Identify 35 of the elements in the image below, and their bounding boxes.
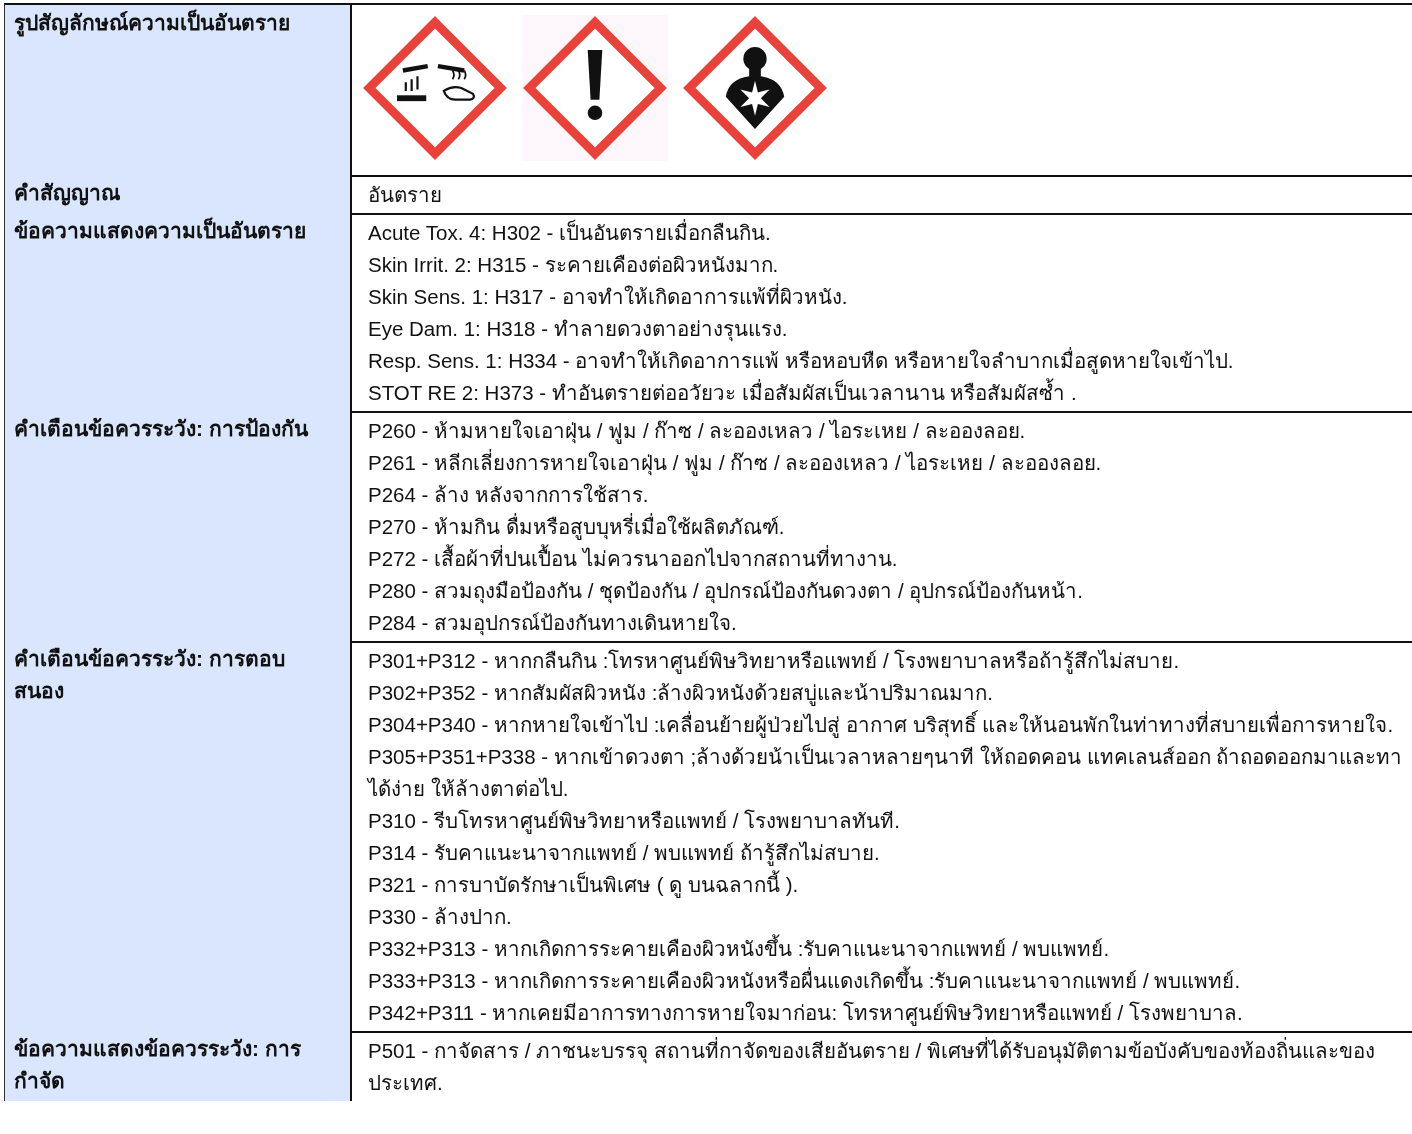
statement-text: P264 - ล้าง หลังจากการใช้สาร. xyxy=(368,482,650,508)
statement-text: P261 - หลีกเลี่ยงการหายใจเอาฝุ่น / ฟูม / ก๊าซ / ละอองเหลว / ไอระเหย / ละอองลอย. xyxy=(368,448,1103,478)
exclamation-icon xyxy=(522,15,668,161)
statement-text: อันตราย xyxy=(368,182,443,208)
statement-text: P330 - ล้างปาก. xyxy=(368,904,513,930)
statement-text: P321 - การบาบัดรักษาเป็นพิเศษ ( ดู บนฉลากนี้ ). xyxy=(368,869,1408,901)
statement-text: Skin Sens. 1: H317 - อาจทำให้เกิดอาการแพ้ที่ผิวหนัง. xyxy=(368,282,849,310)
statement-text: P304+P340 - หากหายใจเข้าไป :เคลื่อนย้ายผู้ป่วยไปสู่ อากาศ บริสุทธิ์ และให้นอนพักในท่าทางที่สบายเพื่อการหายใจ. xyxy=(368,709,1408,741)
statement-text: P302+P352 - หากสัมผัสผิวหนัง :ล้างผิวหนังด้วยสบู่และน้าปริมาณมาก. xyxy=(368,680,995,708)
health-hazard-icon xyxy=(682,15,828,161)
row-label: ข้อความแสดงความเป็นอันตราย xyxy=(5,213,350,411)
statement-text: Eye Dam. 1: H318 - ทำลายดวงตาอย่างรุนแรง. xyxy=(368,316,789,344)
statement-text: P284 - สวมอุปกรณ์ป้องกันทางเดินหายใจ. xyxy=(368,610,738,638)
statement-text: P342+P311 - หากเคยมีอาการทางการหายใจมาก่อน: โทรหาศูนย์พิษวิทยาหรือแพทย์ / โรงพยาบาล. xyxy=(368,1000,1244,1028)
statement-text: Acute Tox. 4: H302 - เป็นอันตรายเมื่อกลืนกิน. xyxy=(368,218,772,246)
statement-text: P310 - รีบโทรหาศูนย์พิษวิทยาหรือแพทย์ / โรงพยาบาลทันที. xyxy=(368,808,901,836)
statement-text: P332+P313 - หากเกิดการระคายเคืองผิวหนังขึ้น :รับคาแนะนาจากแพทย์ / พบแพทย์. xyxy=(368,933,1408,965)
row-label: คำเตือนข้อควรระวัง: การป้องกัน xyxy=(5,411,350,641)
statement-text: P270 - ห้ามกิน ดื่มหรือสูบบุหรี่เมื่อใช้ผลิตภัณฑ์. xyxy=(368,512,786,542)
statement-text: P280 - สวมถุงมือป้องกัน / ชุดป้องกัน / อุปกรณ์ป้องกันดวงตา / อุปกรณ์ป้องกันหน้า. xyxy=(368,578,1085,606)
statement-text: Resp. Sens. 1: H334 - อาจทำให้เกิดอาการแพ้ หรือหอบหืด หรือหายใจลำบากเมื่อสูดหายใจเข้าไป. xyxy=(368,346,1235,376)
statement-text: P333+P313 - หากเกิดการระคายเคืองผิวหนังหรือผื่นแดงเกิดขึ้น :รับคาแนะนาจากแพทย์ / พบแพทย์. xyxy=(368,965,1408,997)
statement-text: P314 - รับคาแนะนาจากแพทย์ / พบแพทย์ ถ้ารู้สึกไม่สบาย. xyxy=(368,840,881,868)
statement-text: P260 - ห้ามหายใจเอาฝุ่น / ฟูม / ก๊าซ / ละอองเหลว / ไอระเหย / ละอองลอย. xyxy=(368,418,1027,446)
row-label: คำเตือนข้อควรระวัง: การตอบสนอง xyxy=(5,641,350,1031)
statement-text: P305+P351+P338 - หากเข้าดวงตา ;ล้างด้วยน้าเป็นเวลาหลายๆนาที ให้ถอดคอน แทคเลนส์ออก ถ้าถอดออกมาและทาได้ง่าย ให้ล้างตาต่อไป. xyxy=(368,742,1404,802)
statement-text: P272 - เสื้อผ้าที่ปนเปื้อน ไม่ควรนาออกไปจากสถานที่ทางาน. xyxy=(368,543,1408,575)
row-label: ข้อความแสดงข้อควรระวัง: การกำจัด xyxy=(5,1031,350,1101)
row-label: คำสัญญาณ xyxy=(5,175,350,213)
row-label: รูปสัญลักษณ์ความเป็นอันตราย xyxy=(5,5,350,175)
statement-text: Skin Irrit. 2: H315 - ระคายเคืองต่อผิวหนังมาก. xyxy=(368,252,780,278)
corrosion-hazard-icon xyxy=(362,15,508,161)
statement-text: P501 - กาจัดสาร / ภาชนะบรรจุ สถานที่กาจัดของเสียอันตราย / พิเศษที่ได้รับอนุมัติตามข้อบังคับของท้องถิ่นและของประเทศ. xyxy=(368,1036,1376,1096)
statement-text: STOT RE 2: H373 - ทำอันตรายต่ออวัยวะ เมื่อสัมผัสเป็นเวลานาน หรือสัมผัสซ้ำ . xyxy=(368,377,1408,409)
statement-text: P301+P312 - หากกลืนกิน :โทรหาศูนย์พิษวิทยาหรือแพทย์ / โรงพยาบาลหรือถ้ารู้สึกไม่สบาย. xyxy=(368,648,1181,676)
